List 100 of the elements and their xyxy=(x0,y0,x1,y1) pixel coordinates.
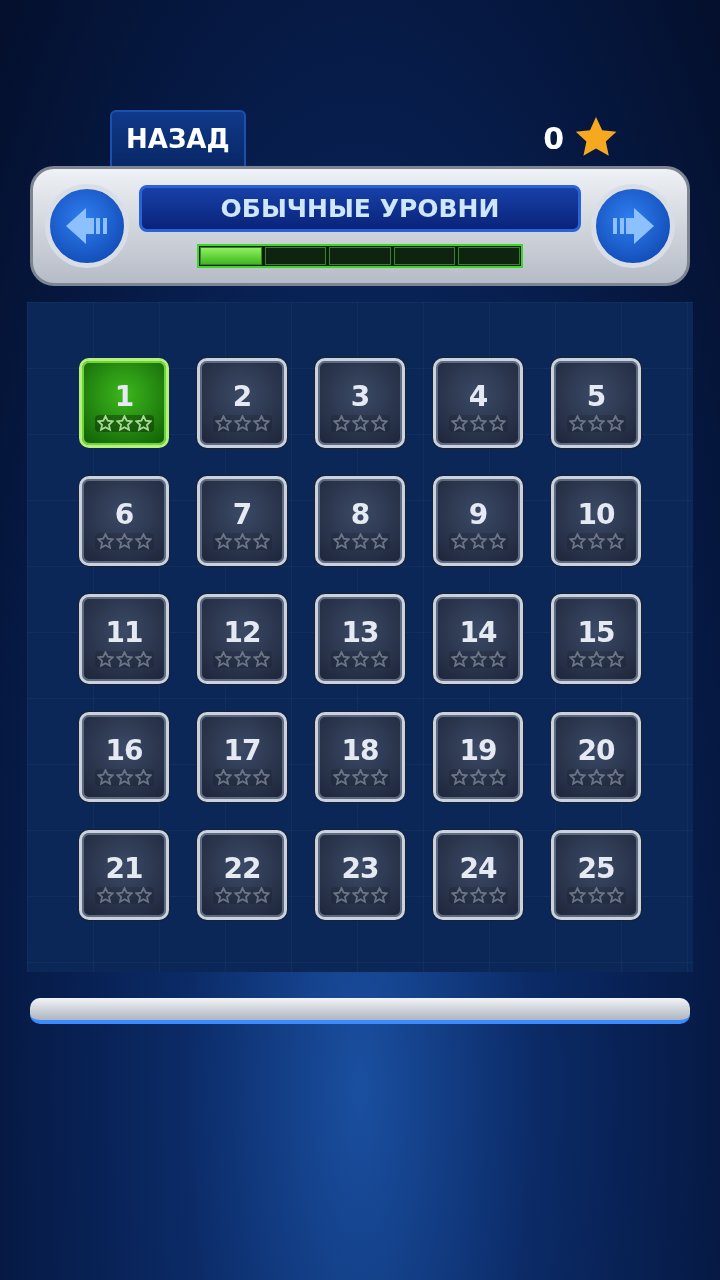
star-icon xyxy=(469,414,487,432)
star-icon xyxy=(488,768,506,786)
level-number: 20 xyxy=(577,734,615,767)
star-icon xyxy=(332,886,350,904)
star-icon xyxy=(134,886,152,904)
progress-segment xyxy=(329,246,391,265)
star-icon xyxy=(233,414,251,432)
level-number: 9 xyxy=(468,498,488,531)
star-icon xyxy=(115,886,133,904)
star-icon xyxy=(488,532,506,550)
level-tile[interactable]: 12 xyxy=(197,594,287,684)
star-icon xyxy=(252,414,270,432)
level-tile[interactable]: 11 xyxy=(79,594,169,684)
star-icon xyxy=(233,768,251,786)
level-number: 22 xyxy=(223,852,261,885)
star-icon xyxy=(332,414,350,432)
level-tile[interactable]: 13 xyxy=(315,594,405,684)
star-icon xyxy=(115,532,133,550)
left-arrow-icon xyxy=(64,206,110,246)
star-icon xyxy=(252,532,270,550)
star-icon xyxy=(568,650,586,668)
level-tile[interactable]: 14 xyxy=(433,594,523,684)
star-icon xyxy=(370,768,388,786)
back-button[interactable]: НАЗАД xyxy=(110,110,246,166)
level-tile[interactable]: 16 xyxy=(79,712,169,802)
star-icon xyxy=(450,650,468,668)
star-icon xyxy=(252,650,270,668)
star-icon xyxy=(233,886,251,904)
star-icon xyxy=(252,768,270,786)
level-tile[interactable]: 5 xyxy=(551,358,641,448)
title-banner: ОБЫЧНЫЕ УРОВНИ xyxy=(139,184,581,232)
star-icon xyxy=(332,768,350,786)
level-number: 7 xyxy=(232,498,252,531)
level-tile[interactable]: 2 xyxy=(197,358,287,448)
level-number: 15 xyxy=(577,616,615,649)
star-icon xyxy=(370,650,388,668)
star-icon xyxy=(115,414,133,432)
level-tile[interactable]: 23 xyxy=(315,830,405,920)
star-icon xyxy=(115,650,133,668)
level-number: 3 xyxy=(350,380,370,413)
star-icon xyxy=(469,768,487,786)
level-number: 6 xyxy=(114,498,134,531)
star-icon xyxy=(134,650,152,668)
level-number: 17 xyxy=(223,734,261,767)
level-number: 1 xyxy=(114,380,134,413)
level-number: 18 xyxy=(341,734,379,767)
star-icon xyxy=(96,768,114,786)
level-number: 10 xyxy=(577,498,615,531)
level-tile[interactable]: 22 xyxy=(197,830,287,920)
star-icon xyxy=(469,532,487,550)
star-icon xyxy=(370,532,388,550)
star-icon xyxy=(96,886,114,904)
level-tile[interactable]: 9 xyxy=(433,476,523,566)
star-icon xyxy=(587,414,605,432)
star-icon xyxy=(606,414,624,432)
star-icon xyxy=(568,414,586,432)
level-tile[interactable]: 19 xyxy=(433,712,523,802)
star-icon xyxy=(606,886,624,904)
star-icon xyxy=(488,650,506,668)
level-tile[interactable]: 7 xyxy=(197,476,287,566)
level-tile[interactable]: 17 xyxy=(197,712,287,802)
level-tile[interactable]: 25 xyxy=(551,830,641,920)
progress-segment xyxy=(393,246,456,265)
level-tile[interactable]: 8 xyxy=(315,476,405,566)
star-icon xyxy=(134,414,152,432)
star-icon xyxy=(568,886,586,904)
level-tile[interactable]: 20 xyxy=(551,712,641,802)
star-icon xyxy=(606,768,624,786)
star-icon xyxy=(96,414,114,432)
star-icon xyxy=(134,532,152,550)
star-icon xyxy=(469,886,487,904)
level-number: 4 xyxy=(468,380,488,413)
level-number: 23 xyxy=(341,852,379,885)
level-tile[interactable]: 15 xyxy=(551,594,641,684)
level-number: 2 xyxy=(232,380,252,413)
level-number: 11 xyxy=(105,616,143,649)
star-icon xyxy=(587,886,605,904)
star-icon xyxy=(96,532,114,550)
right-arrow-icon xyxy=(610,206,656,246)
level-tile[interactable]: 10 xyxy=(551,476,641,566)
star-icon xyxy=(568,532,586,550)
progress-segment xyxy=(458,246,520,265)
star-icon xyxy=(351,414,369,432)
star-icon xyxy=(96,650,114,668)
level-tile[interactable]: 21 xyxy=(79,830,169,920)
progress-segment xyxy=(264,246,327,265)
star-icon xyxy=(606,532,624,550)
level-number: 19 xyxy=(459,734,497,767)
star-icon xyxy=(587,650,605,668)
level-tile[interactable]: 18 xyxy=(315,712,405,802)
star-count: 0 xyxy=(543,120,564,156)
level-number: 21 xyxy=(105,852,143,885)
level-tile[interactable]: 4 xyxy=(433,358,523,448)
level-tile[interactable]: 24 xyxy=(433,830,523,920)
level-tile[interactable]: 6 xyxy=(79,476,169,566)
star-icon xyxy=(450,886,468,904)
level-tile[interactable]: 3 xyxy=(315,358,405,448)
star-icon xyxy=(351,886,369,904)
level-number: 25 xyxy=(577,852,615,885)
star-icon xyxy=(450,414,468,432)
